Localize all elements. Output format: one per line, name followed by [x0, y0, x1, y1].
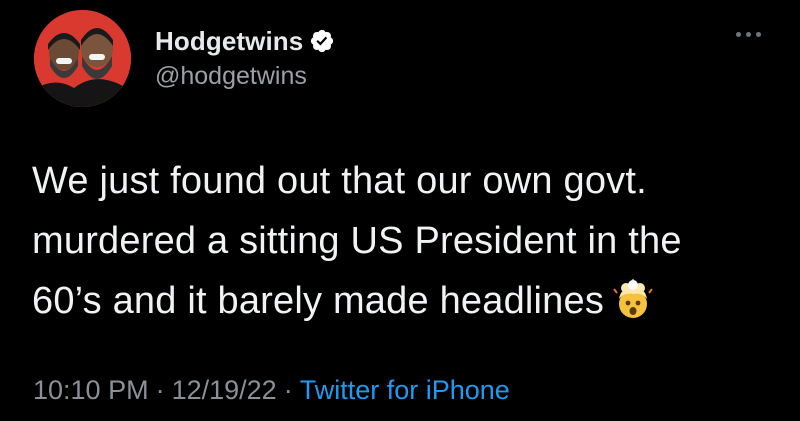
tweet-source-link[interactable]: Twitter for iPhone	[300, 375, 510, 405]
user-handle[interactable]: @hodgetwins	[155, 62, 335, 91]
tweet-card: Hodgetwins @hodgetwins We just found out…	[0, 0, 800, 421]
display-name[interactable]: Hodgetwins	[155, 26, 303, 57]
ellipsis-dot	[735, 31, 741, 37]
tweet-author: Hodgetwins @hodgetwins	[155, 24, 335, 91]
verified-badge-icon	[309, 28, 335, 54]
tweet-text: We just found out that our own govt. mur…	[32, 151, 782, 331]
meta-separator: ·	[155, 375, 165, 405]
ellipsis-dot	[755, 31, 761, 37]
ellipsis-dot	[745, 31, 751, 37]
tweet-metadata: 10:10 PM · 12/19/22 · Twitter for iPhone	[33, 375, 510, 406]
tweet-date[interactable]: 12/19/22	[172, 375, 277, 405]
tweet-time[interactable]: 10:10 PM	[33, 375, 149, 405]
tweet-text-line: We just found out that our own govt.	[32, 160, 647, 202]
exploding-head-emoji-icon	[612, 278, 654, 321]
tweet-text-line: murdered a sitting US President in the	[32, 220, 682, 262]
meta-separator: ·	[283, 375, 293, 405]
avatar[interactable]	[34, 10, 131, 107]
avatar-photo-icon	[34, 10, 131, 107]
tweet-text-line-last: 60’s and it barely made headlines	[32, 271, 782, 331]
author-name-row: Hodgetwins	[155, 24, 335, 58]
tweet-text-line-content: 60’s and it barely made headlines	[32, 280, 605, 322]
more-options-button[interactable]	[728, 22, 768, 46]
